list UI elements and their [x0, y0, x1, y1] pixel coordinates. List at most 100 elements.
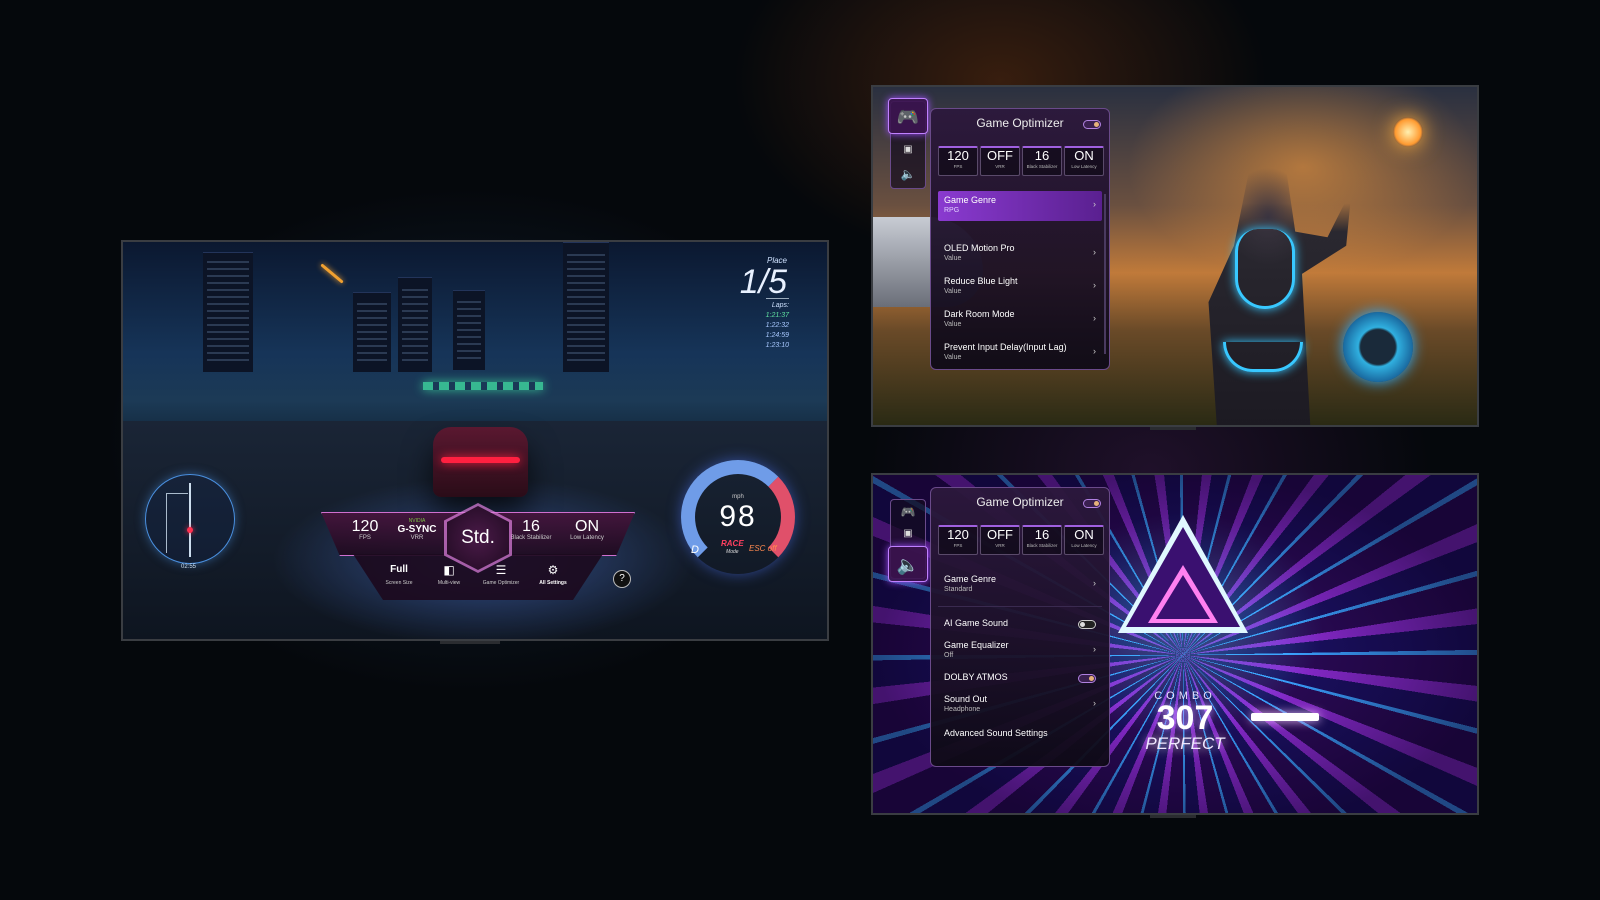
- glowing-jellyfish: [1393, 117, 1423, 147]
- building: [563, 242, 609, 372]
- optimizer-toggle[interactable]: [1083, 499, 1101, 508]
- game-dashboard: 120 FPS NVIDIA G-SYNC VRR 16 Black Stabi…: [321, 503, 635, 600]
- esc-status: ESC off: [749, 544, 777, 553]
- menu-item-ai-game-sound[interactable]: AI Game Sound: [938, 614, 1102, 636]
- gamepad-icon[interactable]: 🎮: [891, 500, 925, 524]
- drive-mode-label: Mode: [726, 549, 739, 555]
- stats-row: 120 FPS OFF VRR 16 Black Stabilizer ON Low L…: [938, 525, 1104, 555]
- help-button[interactable]: ?: [613, 570, 631, 588]
- picture-icon[interactable]: ▣: [891, 138, 925, 162]
- picture-icon[interactable]: ▣: [891, 522, 925, 546]
- rhythm-game-tv: COMBO 307 PERFECT 🎮 ▣ 🔈 Game Optimizer 1…: [871, 473, 1479, 815]
- vrr-label: VRR: [410, 535, 424, 541]
- stats-row: 120 FPS OFF VRR 16 Black Stabilizer ON Low L…: [938, 146, 1104, 176]
- menu-item-dolby-atmos[interactable]: DOLBY ATMOS: [938, 668, 1102, 690]
- game-optimizer-button[interactable]: ☰ Game Optimizer: [473, 562, 529, 586]
- multi-view-button[interactable]: ◧ Multi-view: [421, 562, 477, 586]
- gear: D: [691, 544, 699, 556]
- menu-item-game-genre[interactable]: Game Genre RPG ›: [938, 191, 1102, 221]
- stat-value: ON: [1074, 527, 1094, 542]
- item-title: Game Genre: [944, 195, 997, 205]
- item-value: Standard: [944, 586, 973, 593]
- player-marker: [187, 527, 193, 533]
- stat-label: Low Latency: [1071, 543, 1097, 548]
- item-title: Advanced Sound Settings: [944, 728, 1048, 738]
- optimizer-sidebar: 🎮 ▣ 🔈: [888, 98, 928, 189]
- stat-label: VRR: [995, 543, 1005, 548]
- stat-value: 120: [947, 527, 969, 542]
- stat-value: 120: [947, 148, 969, 163]
- stat-label: Low Latency: [1071, 164, 1097, 169]
- item-title: Prevent Input Delay(Input Lag): [944, 342, 1067, 352]
- drive-mode-value: RACE: [721, 539, 744, 548]
- tv-stand: [1150, 427, 1196, 430]
- race-car: [433, 427, 528, 497]
- vrr-stat: OFF VRR: [980, 146, 1020, 176]
- minimap-track: [166, 493, 188, 553]
- menu-item-game-genre[interactable]: Game Genre Standard ›: [938, 570, 1102, 600]
- item-value: Value: [944, 288, 962, 295]
- fps-value: 120: [351, 518, 379, 535]
- optimizer-sidebar: 🎮 ▣ 🔈: [888, 499, 928, 582]
- laps-label: Laps:: [765, 298, 789, 311]
- stat-label: FPS: [953, 164, 963, 169]
- fps-label: FPS: [359, 535, 371, 541]
- chevron-right-icon: ›: [1093, 346, 1096, 356]
- game-optimizer-label: Game Optimizer: [482, 580, 520, 586]
- vrr-stat: OFF VRR: [980, 525, 1020, 555]
- judgement: PERFECT: [1145, 734, 1225, 753]
- all-settings-button[interactable]: ⚙ All Settings: [525, 562, 581, 586]
- suit-neon: [1235, 229, 1295, 309]
- menu-item-prevent-input-delay[interactable]: Prevent Input Delay(Input Lag) Value ›: [938, 338, 1102, 368]
- tv-stand: [440, 641, 500, 644]
- minimap-track: [189, 483, 191, 557]
- chevron-right-icon: ›: [1093, 313, 1096, 323]
- low-latency-stat: ON Low Latency: [1064, 146, 1104, 176]
- scrollbar[interactable]: [1104, 194, 1106, 354]
- menu-item-reduce-blue-light[interactable]: Reduce Blue Light Value ›: [938, 272, 1102, 302]
- game-optimizer-panel: Game Optimizer 120 FPS OFF VRR 16 Black Sta…: [930, 487, 1110, 767]
- robot-orb: [1343, 312, 1413, 382]
- rpg-game-tv: 🎮 ▣ 🔈 Game Optimizer 120 FPS OFF VRR 16 Bla…: [871, 85, 1479, 427]
- menu-item-advanced-sound-settings[interactable]: Advanced Sound Settings: [938, 724, 1102, 746]
- multi-view-icon: ◧: [443, 563, 455, 577]
- dolby-atmos-toggle[interactable]: [1078, 674, 1096, 683]
- sliders-icon: ☰: [495, 563, 507, 577]
- chevron-right-icon: ›: [1093, 247, 1096, 257]
- item-title: Reduce Blue Light: [944, 276, 1018, 286]
- low-latency-value: ON: [575, 518, 599, 535]
- chevron-right-icon: ›: [1093, 280, 1096, 290]
- lap-time: 1:24:59: [765, 332, 789, 339]
- ai-game-sound-toggle[interactable]: [1078, 620, 1096, 629]
- racing-game-tv: Place 1/5 Laps: 1:21:37 1:22:32 1:24:59 …: [121, 240, 829, 641]
- chevron-right-icon: ›: [1093, 698, 1096, 708]
- chevron-right-icon: ›: [1093, 199, 1096, 209]
- item-value: RPG: [944, 207, 960, 214]
- low-latency-stat: ON Low Latency: [1064, 525, 1104, 555]
- stat-value: 16: [1034, 148, 1050, 163]
- multi-view-label: Multi-view: [437, 580, 461, 586]
- menu-item-sound-out[interactable]: Sound Out Headphone ›: [938, 690, 1102, 720]
- screen-size-button[interactable]: Full Screen Size: [371, 562, 427, 586]
- light-streak: [320, 263, 344, 284]
- item-value: Value: [944, 321, 962, 328]
- menu-item-dark-room-mode[interactable]: Dark Room Mode Value ›: [938, 305, 1102, 335]
- rhythm-note: [1251, 713, 1319, 721]
- gamepad-icon[interactable]: 🎮: [888, 98, 928, 134]
- menu-item-game-equalizer[interactable]: Game Equalizer Off ›: [938, 636, 1102, 666]
- stat-label: VRR: [995, 164, 1005, 169]
- optimizer-toggle[interactable]: [1083, 120, 1101, 129]
- stat-value: OFF: [987, 148, 1013, 163]
- speaker-icon[interactable]: 🔈: [891, 162, 925, 186]
- place-value: 1/5: [739, 263, 787, 301]
- lap-time: 1:21:37: [765, 312, 789, 319]
- stat-label: FPS: [953, 543, 963, 548]
- menu-item-oled-motion-pro[interactable]: OLED Motion Pro Value ›: [938, 239, 1102, 269]
- low-latency-stat: ON Low Latency: [557, 518, 617, 541]
- low-latency-label: Low Latency: [570, 535, 604, 541]
- speaker-icon[interactable]: 🔈: [888, 546, 928, 582]
- building: [353, 292, 391, 372]
- divider: [938, 606, 1102, 607]
- building: [398, 277, 432, 372]
- race-place: Place 1/5: [740, 256, 787, 299]
